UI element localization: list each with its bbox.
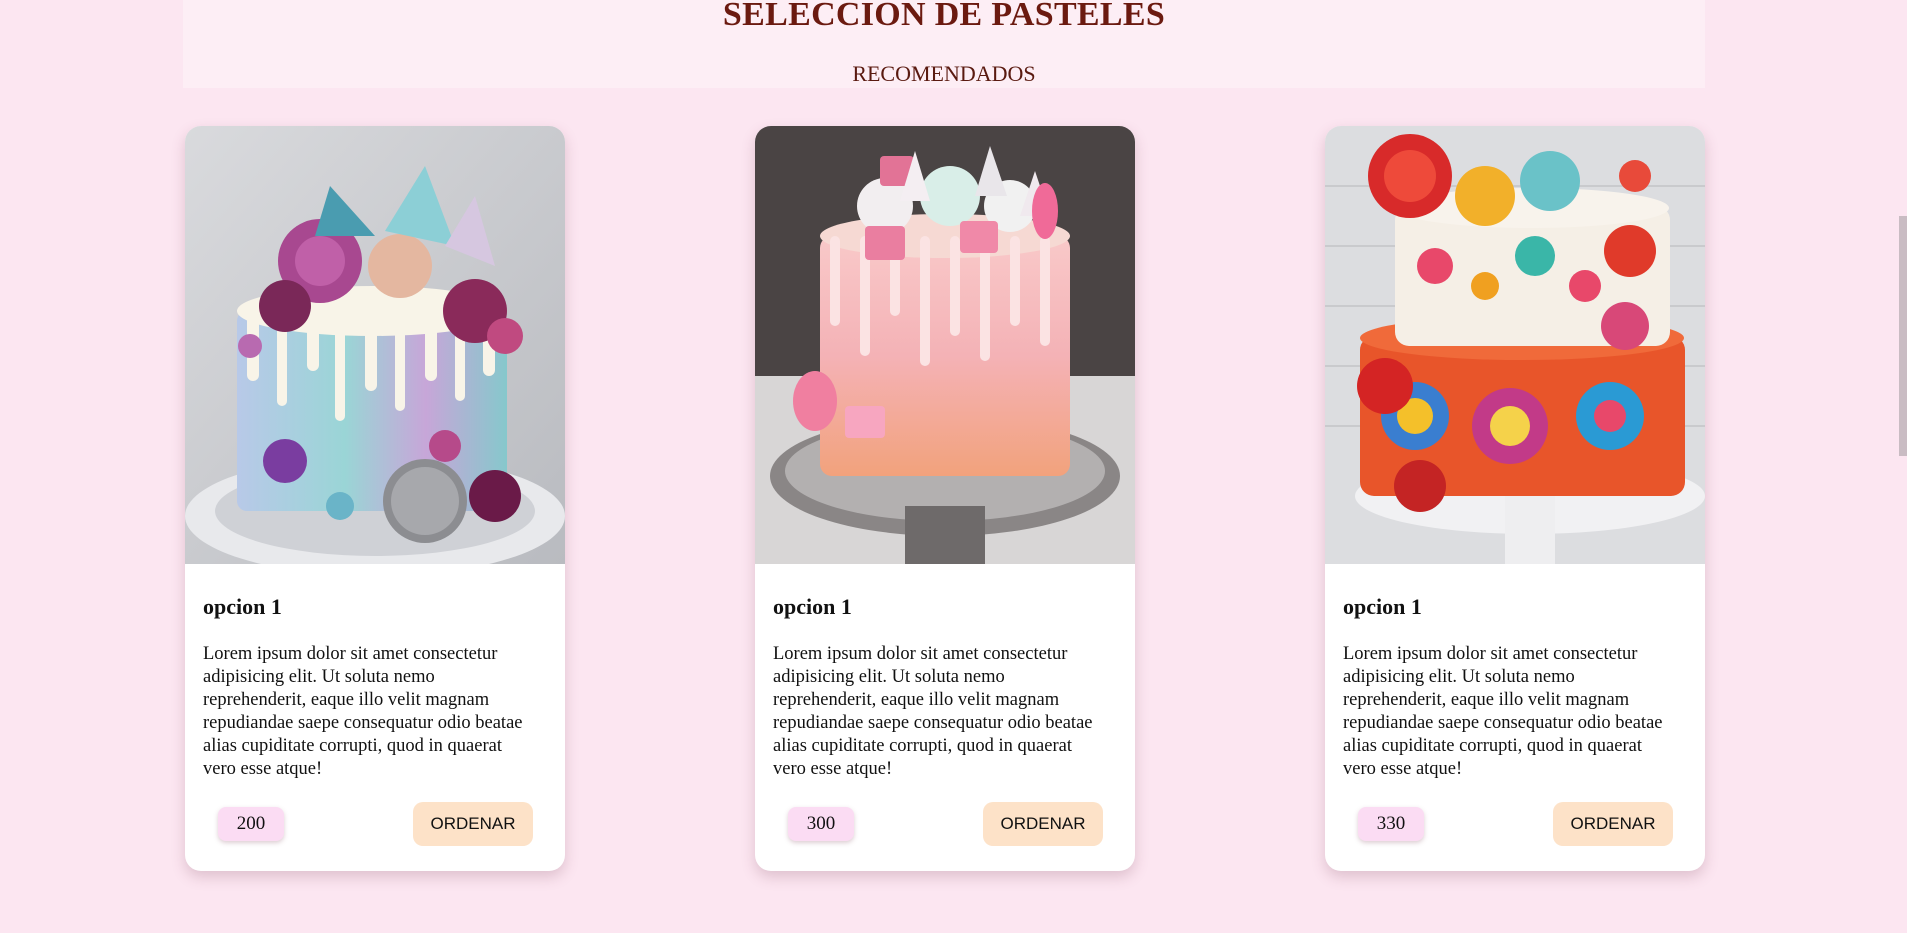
page-title: SELECCION DE PASTELES xyxy=(722,0,1166,33)
cake-image xyxy=(1325,126,1705,564)
page: SELECCION DE PASTELES RECOMENDADOS opcio… xyxy=(0,0,1907,933)
card-description: Lorem ipsum dolor sit amet consectetur a… xyxy=(773,644,1093,779)
card-title: opcion 1 xyxy=(203,594,282,619)
page-subtitle: RECOMENDADOS xyxy=(852,61,1036,86)
cake-image xyxy=(185,126,565,564)
price-badge: 300 xyxy=(788,807,854,841)
price-badge: 330 xyxy=(1358,807,1424,841)
cake-card: opcion 1 Lorem ipsum dolor sit amet cons… xyxy=(185,126,565,871)
order-button[interactable]: ORDENAR xyxy=(413,802,533,846)
scrollbar-thumb[interactable] xyxy=(1899,216,1907,456)
card-description: Lorem ipsum dolor sit amet consectetur a… xyxy=(203,644,523,779)
card-title: opcion 1 xyxy=(1343,594,1422,619)
card-description: Lorem ipsum dolor sit amet consectetur a… xyxy=(1343,644,1663,779)
cake-card: opcion 1 Lorem ipsum dolor sit amet cons… xyxy=(755,126,1135,871)
price-badge: 200 xyxy=(218,807,284,841)
card-title: opcion 1 xyxy=(773,594,852,619)
order-button[interactable]: ORDENAR xyxy=(1553,802,1673,846)
header: SELECCION DE PASTELES RECOMENDADOS xyxy=(183,0,1705,88)
cake-image xyxy=(755,126,1135,564)
order-button[interactable]: ORDENAR xyxy=(983,802,1103,846)
cake-card: opcion 1 Lorem ipsum dolor sit amet cons… xyxy=(1325,126,1705,871)
